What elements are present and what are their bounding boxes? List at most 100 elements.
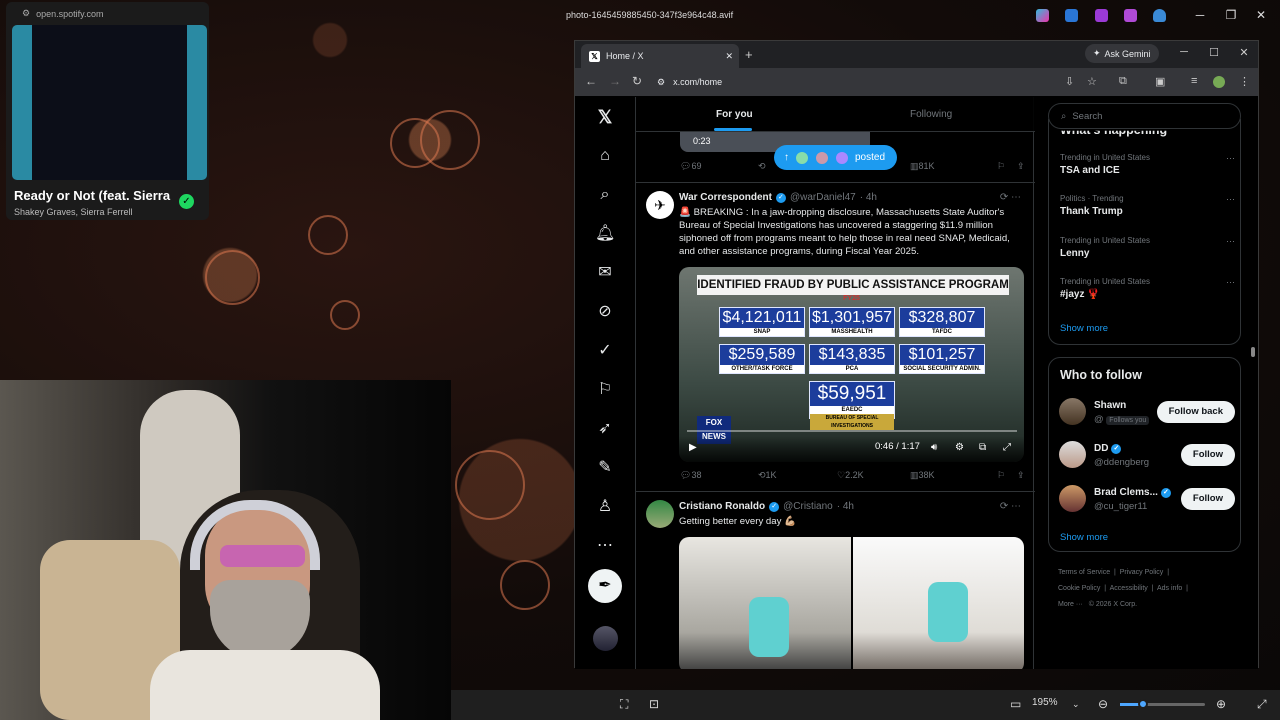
ask-gemini-button[interactable]: ✦ Ask Gemini [1085, 44, 1159, 63]
new-tab-icon[interactable]: + [745, 47, 753, 62]
tab-close-icon[interactable]: ✕ [725, 51, 733, 62]
tab-following[interactable]: Following [910, 109, 952, 120]
copilot-icon[interactable] [1036, 9, 1049, 22]
bookmark-icon[interactable]: ⚐ [997, 470, 1005, 481]
new-posts-pill[interactable]: ↑ posted [774, 145, 898, 170]
trend-item[interactable]: Trending in United States TSA and ICE ⋯ [1060, 153, 1235, 176]
account-avatar[interactable] [593, 626, 618, 651]
author-name[interactable]: Cristiano Ronaldo [679, 501, 765, 512]
follow-back-button[interactable]: Follow back [1156, 401, 1235, 423]
follow-suggestion[interactable]: Shawn @ Follows you Follow back [1059, 398, 1235, 428]
share-icon[interactable]: ⇪ [1017, 470, 1025, 481]
repost-icon[interactable]: ⟲ [758, 161, 766, 172]
tweet-photos[interactable] [679, 537, 1024, 669]
premium-icon[interactable]: ✓ [595, 341, 615, 361]
fit-icon[interactable]: ⛶ [620, 697, 628, 712]
chevron-down-icon[interactable]: ⌄ [1072, 699, 1080, 710]
maximize-icon[interactable]: ❐ [1221, 8, 1241, 22]
profile-avatar[interactable] [1213, 76, 1225, 88]
more-icon[interactable]: ⋯ [1226, 277, 1235, 288]
spotify-miniplayer[interactable]: ⚙ open.spotify.com Ready or Not (feat. Si… [6, 2, 209, 220]
zoom-out-icon[interactable]: ⊖ [1098, 697, 1108, 711]
tweet-video[interactable]: IDENTIFIED FRAUD BY PUBLIC ASSISTANCE PR… [679, 267, 1024, 462]
profile-icon[interactable]: ♙ [595, 497, 615, 517]
sidepanel-icon[interactable]: ▣ [1155, 75, 1165, 88]
site-info-icon[interactable]: ⚙ [657, 77, 665, 88]
bookmark-icon[interactable]: ⚐ [997, 161, 1005, 172]
tweet-time[interactable]: · 4h [837, 501, 854, 512]
scrollbar[interactable] [1250, 97, 1256, 669]
forward-icon[interactable]: → [609, 74, 621, 88]
author-name[interactable]: War Correspondent [679, 192, 772, 203]
extensions-icon[interactable]: ⧉ [1119, 75, 1127, 88]
avatar[interactable] [1059, 398, 1086, 425]
articles-icon[interactable]: ✎ [595, 458, 615, 478]
cloud-icon[interactable] [1153, 9, 1166, 22]
grok-icon[interactable]: ⊘ [595, 302, 615, 322]
author-handle[interactable]: @Cristiano [783, 501, 833, 512]
avatar[interactable] [646, 500, 674, 528]
more-options-icon[interactable]: ⟳ ⋯ [1000, 501, 1021, 512]
address-bar[interactable]: ⚙ x.com/home [657, 72, 1037, 92]
search-icon[interactable]: ⌕ [595, 185, 615, 205]
video-progress[interactable] [687, 430, 1017, 432]
notifications-icon[interactable]: 🔔︎ [595, 224, 615, 244]
more-options-icon[interactable]: ⟳ ⋯ [1000, 192, 1021, 203]
install-icon[interactable]: ⇩ [1065, 75, 1074, 88]
settings-icon[interactable]: ⚙ [955, 442, 964, 453]
reading-list-icon[interactable]: ≡ [1191, 75, 1197, 87]
avatar[interactable] [1059, 441, 1086, 468]
check-icon[interactable]: ✓ [179, 194, 194, 209]
maximize-icon[interactable]: ☐ [1207, 46, 1221, 59]
tab-for-you[interactable]: For you [716, 109, 753, 120]
repost-button[interactable]: ⟲ 1K [758, 470, 777, 481]
share-icon[interactable]: ⇪ [1017, 161, 1025, 172]
tab-x-home[interactable]: 𝕏 Home / X ✕ [581, 44, 739, 68]
home-icon[interactable]: ⌂ [595, 146, 615, 166]
fullscreen-icon[interactable]: ⤢ [1257, 697, 1267, 712]
bookmarks-icon[interactable]: ⚐ [595, 380, 615, 400]
like-button[interactable]: ♡ 2.2K [837, 470, 864, 481]
follow-button[interactable]: Follow [1180, 444, 1235, 466]
more-icon[interactable]: ⋯ [1226, 153, 1235, 164]
author-handle[interactable]: @warDaniel47 [790, 192, 856, 203]
app-icon[interactable] [1095, 9, 1108, 22]
zoom-in-icon[interactable]: ⊕ [1216, 697, 1226, 711]
tweet-time[interactable]: · 4h [860, 192, 877, 203]
minimize-icon[interactable]: ─ [1177, 46, 1191, 58]
messages-icon[interactable]: ✉ [595, 263, 615, 283]
back-icon[interactable]: ← [585, 74, 597, 88]
follow-suggestion[interactable]: DD ✓ @ddengberg Follow [1059, 441, 1235, 471]
reply-button[interactable]: 💬︎ 69 [680, 161, 701, 172]
pip-icon[interactable]: ⧉ [979, 442, 986, 453]
follow-button[interactable]: Follow [1180, 488, 1235, 510]
show-more-link[interactable]: Show more [1060, 323, 1108, 334]
reload-icon[interactable]: ↻ [632, 74, 642, 88]
play-icon[interactable]: ▶ [689, 442, 697, 453]
close-icon[interactable]: ✕ [1237, 46, 1251, 59]
more-icon[interactable]: ⋯ [1226, 236, 1235, 247]
trend-item[interactable]: Politics · Trending Thank Trump ⋯ [1060, 194, 1235, 217]
fullscreen-icon[interactable]: ⤢ [1003, 442, 1011, 453]
menu-icon[interactable]: ⋮ [1239, 75, 1250, 88]
bookmark-star-icon[interactable]: ☆ [1087, 75, 1097, 88]
photo[interactable] [852, 537, 1024, 669]
photo[interactable] [679, 537, 851, 669]
rocket-icon[interactable]: ➶ [595, 419, 615, 439]
close-icon[interactable]: ✕ [1251, 8, 1271, 22]
trend-item[interactable]: Trending in United States #jayz 🦞 ⋯ [1060, 277, 1235, 300]
avatar[interactable]: ✈ [646, 191, 674, 219]
show-more-link[interactable]: Show more [1060, 532, 1108, 543]
volume-icon[interactable]: 🔊︎ [931, 442, 937, 453]
reply-button[interactable]: 💬︎ 38 [680, 470, 701, 481]
zoom-slider[interactable] [1120, 699, 1205, 709]
avatar[interactable] [1059, 485, 1086, 512]
views-button[interactable]: ▥ 38K [910, 470, 935, 481]
minimize-icon[interactable]: ─ [1190, 8, 1210, 22]
scan-text-icon[interactable]: ⊡ [649, 697, 659, 711]
post-button[interactable]: ✒ [588, 569, 622, 603]
views-button[interactable]: ▥ 81K [910, 161, 935, 172]
more-icon[interactable]: ⋯ [1226, 194, 1235, 205]
zoom-level[interactable]: 195% [1032, 697, 1058, 708]
edit-icon[interactable] [1065, 9, 1078, 22]
